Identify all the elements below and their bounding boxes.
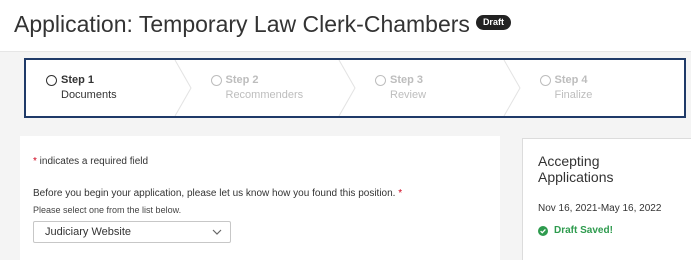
question-text: Before you begin your application, pleas… — [33, 188, 396, 199]
step-subtitle: Documents — [61, 89, 117, 101]
step-subtitle: Recommenders — [225, 89, 304, 101]
save-status-text: Draft Saved! — [554, 225, 613, 236]
source-select[interactable]: Judiciary Website — [33, 221, 231, 243]
required-note-text: indicates a required field — [36, 156, 149, 167]
chevron-down-icon — [212, 229, 222, 235]
step-divider-icon — [174, 60, 192, 116]
radio-ring-icon — [539, 74, 551, 86]
step-divider-icon — [338, 60, 356, 116]
check-circle-icon — [538, 225, 548, 236]
step-title: Step 4 — [554, 74, 588, 86]
step-title: Step 2 — [225, 74, 259, 86]
save-status: Draft Saved! — [538, 225, 613, 236]
source-question-hint: Please select one from the list below. — [33, 205, 182, 215]
step-subtitle: Finalize — [554, 89, 593, 101]
required-star: * — [395, 188, 403, 199]
step-review[interactable]: Step 3 Review — [355, 60, 521, 116]
step-title: Step 3 — [390, 74, 424, 86]
step-documents[interactable]: Step 1 Documents — [26, 60, 192, 116]
progress-stepper: Step 1 Documents Step 2 Recommenders Ste… — [24, 58, 686, 118]
posting-dates: Nov 16, 2021-May 16, 2022 — [538, 203, 662, 214]
step-subtitle: Review — [390, 89, 427, 101]
status-title: Accepting Applications — [538, 153, 614, 185]
source-select-value: Judiciary Website — [45, 226, 131, 238]
page-title: Application: Temporary Law Clerk-Chamber… — [14, 11, 511, 38]
step-recommenders[interactable]: Step 2 Recommenders — [191, 60, 356, 116]
step-divider-icon — [503, 60, 521, 116]
page-header: Application: Temporary Law Clerk-Chamber… — [0, 0, 691, 52]
step-finalize[interactable]: Step 4 Finalize — [520, 60, 685, 116]
radio-ring-icon — [46, 74, 57, 86]
required-field-note: * indicates a required field — [33, 156, 148, 167]
source-question-label: Before you begin your application, pleas… — [33, 188, 402, 199]
radio-ring-icon — [210, 74, 222, 86]
draft-badge: Draft — [475, 15, 511, 31]
page-title-text: Application: Temporary Law Clerk-Chamber… — [14, 11, 470, 37]
step-title: Step 1 — [61, 74, 95, 86]
radio-ring-icon — [375, 74, 386, 86]
